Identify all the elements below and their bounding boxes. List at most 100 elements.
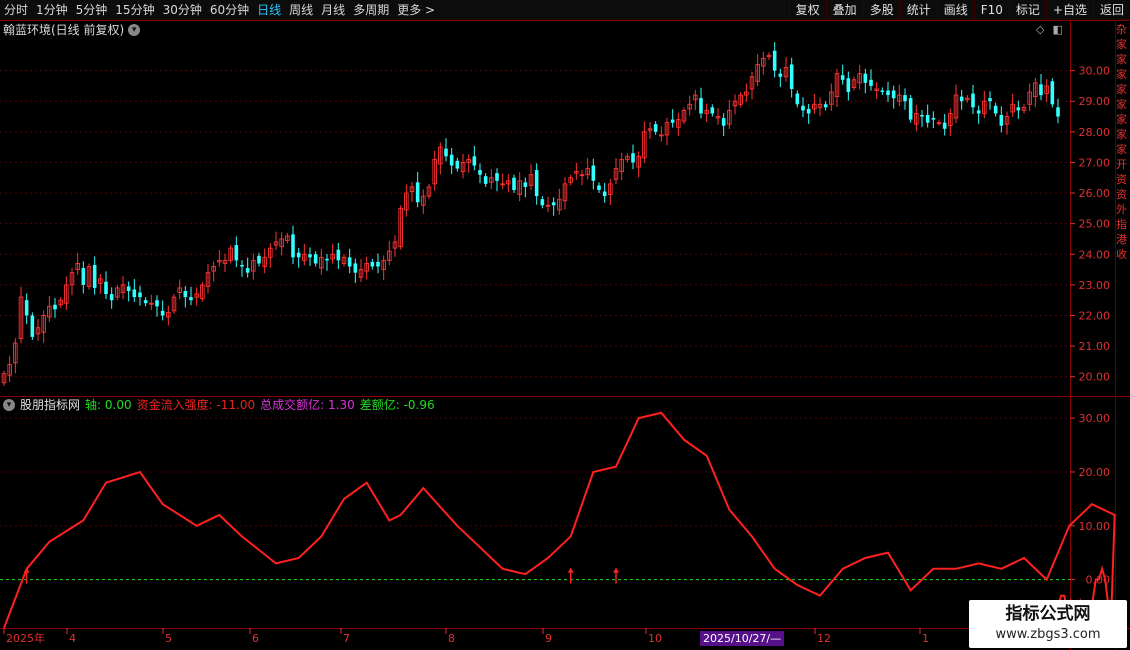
candle-body-down [993, 105, 998, 114]
candle-body-down [234, 245, 239, 261]
y-tick-label: 30.00 [1079, 65, 1111, 78]
main-panel-title[interactable]: 翰蓝环境(日线 前复权) ▾ [3, 22, 141, 38]
x-tick-label: 2025年 [6, 631, 45, 645]
x-tick-label: 5 [165, 632, 172, 645]
candle-body-down [863, 73, 868, 83]
candle-body-down [449, 154, 454, 166]
candle-body-down [840, 75, 845, 80]
candle-body-down [795, 93, 800, 105]
candle-body-down [999, 114, 1004, 126]
y-tick-label: 27.00 [1079, 156, 1111, 169]
y-tick-label: 25.00 [1079, 218, 1111, 231]
right-edge-char: 港 [1116, 233, 1127, 246]
right-edge-char: 家 [1116, 128, 1127, 141]
right-edge-char: 指 [1116, 218, 1127, 231]
indicator-legend: ▾ 股朋指标网 轴: 0.00 资金流入强度: -11.00 总成交额亿: 1.30… [3, 397, 435, 413]
candle-body-down [353, 263, 358, 273]
candle-body-down [1016, 107, 1021, 111]
candle-body-down [109, 294, 114, 301]
x-tick-label: 4 [69, 632, 76, 645]
candle-body-down [160, 310, 165, 316]
candle-body-down [591, 165, 596, 181]
candle-body-down [869, 79, 873, 86]
candle-body-down [415, 182, 420, 203]
y-tick-label: 23.00 [1079, 279, 1111, 292]
candle-body-down [444, 148, 448, 157]
x-tick-label: 10 [648, 632, 662, 645]
candle-body-down [92, 264, 97, 288]
candle-body-down [336, 249, 341, 261]
candle-body-down [472, 156, 477, 166]
chevron-down-icon[interactable]: ▾ [3, 399, 15, 411]
candle-body-down [53, 304, 57, 310]
candle-body-down [597, 185, 601, 190]
stock-title: 翰蓝环境(日线 前复权) [3, 23, 125, 37]
stock-chart-window: 分时 1分钟 5分钟 15分钟 30分钟 60分钟 日线 周线 月线 多周期 更多 > 复权 叠加 多股… [0, 0, 1130, 650]
candle-body-down [347, 257, 352, 267]
diamond-icon[interactable]: ◇ [1036, 23, 1044, 36]
watermark-title: 指标公式网 [1005, 604, 1091, 624]
x-tick-label: 6 [252, 632, 259, 645]
candle-body-down [523, 182, 528, 187]
x-tick-label: 9 [545, 632, 552, 645]
indicator-series-line [3, 411, 1116, 629]
chart-canvas[interactable]: 30.00 29.00 28.00 27.00 26.00 25.00 24.00 23.00… [0, 0, 1130, 650]
panel-controls: ◇ ◧ [1036, 23, 1063, 36]
candle-body-down [891, 90, 896, 99]
right-edge-info-column: 杂家家家家家家家家开资资外指港收 [1116, 22, 1130, 392]
panel-toggle-icon[interactable]: ◧ [1052, 23, 1062, 36]
candle-body-down [1039, 84, 1043, 96]
right-edge-char: 家 [1116, 38, 1127, 51]
candle-body-down [540, 199, 545, 206]
candle-body-down [699, 98, 703, 114]
right-edge-char: 开 [1116, 158, 1127, 171]
candle-body-down [376, 261, 380, 267]
right-edge-char: 家 [1116, 83, 1127, 96]
candle-body-down [30, 315, 35, 337]
chevron-down-icon[interactable]: ▾ [128, 24, 141, 36]
right-edge-char: 家 [1116, 53, 1127, 66]
candle-body-down [653, 124, 658, 132]
legend-item-2: 总成交额亿: 1.30 [260, 398, 355, 412]
right-edge-char: 杂 [1116, 23, 1127, 36]
candle-body-down [789, 64, 794, 89]
legend-item-3: 差额亿: -0.96 [359, 398, 435, 412]
right-edge-char: 家 [1116, 98, 1127, 111]
candle-body-down [959, 96, 964, 102]
candle-body-down [495, 173, 499, 181]
right-edge-char: 收 [1116, 248, 1127, 261]
candle-body-down [534, 170, 539, 197]
candle-body-down [971, 93, 975, 108]
candle-body-down [602, 191, 607, 197]
y-tick-label: 28.00 [1079, 126, 1111, 139]
right-edge-char: 资 [1116, 173, 1127, 186]
candle-body-down [370, 261, 375, 267]
candle-body-down [308, 254, 312, 258]
candle-body-down [81, 268, 86, 285]
candle-body-down [710, 107, 715, 114]
right-edge-char: 家 [1116, 113, 1127, 126]
candle-body-down [245, 268, 250, 273]
candle-body-down [846, 78, 851, 93]
crosshair-date-label: 2025/10/27/— [700, 631, 785, 646]
candle-body-down [920, 114, 924, 117]
candle-body-down [313, 254, 318, 264]
candle-body-down [942, 122, 947, 129]
right-edge-char: 家 [1116, 143, 1127, 156]
candle-body-down [721, 118, 726, 126]
candle-body-down [903, 95, 907, 102]
indicator-name[interactable]: 股朋指标网 [20, 397, 80, 413]
legend-item-1: 资金流入强度: -11.00 [136, 398, 256, 412]
candle-body-down [155, 300, 159, 307]
candle-body-down [455, 160, 460, 169]
candle-body-down [551, 202, 556, 206]
candle-body-down [801, 105, 805, 111]
candle-body-down [886, 90, 890, 96]
y-tick-label: 24.00 [1079, 248, 1111, 261]
candle-body-down [296, 252, 301, 258]
candle-body-down [325, 258, 329, 261]
candle-body-down [483, 176, 488, 184]
y-tick-label: 20.00 [1079, 371, 1111, 384]
candle-body-down [908, 98, 913, 120]
candle-body-down [104, 281, 108, 295]
